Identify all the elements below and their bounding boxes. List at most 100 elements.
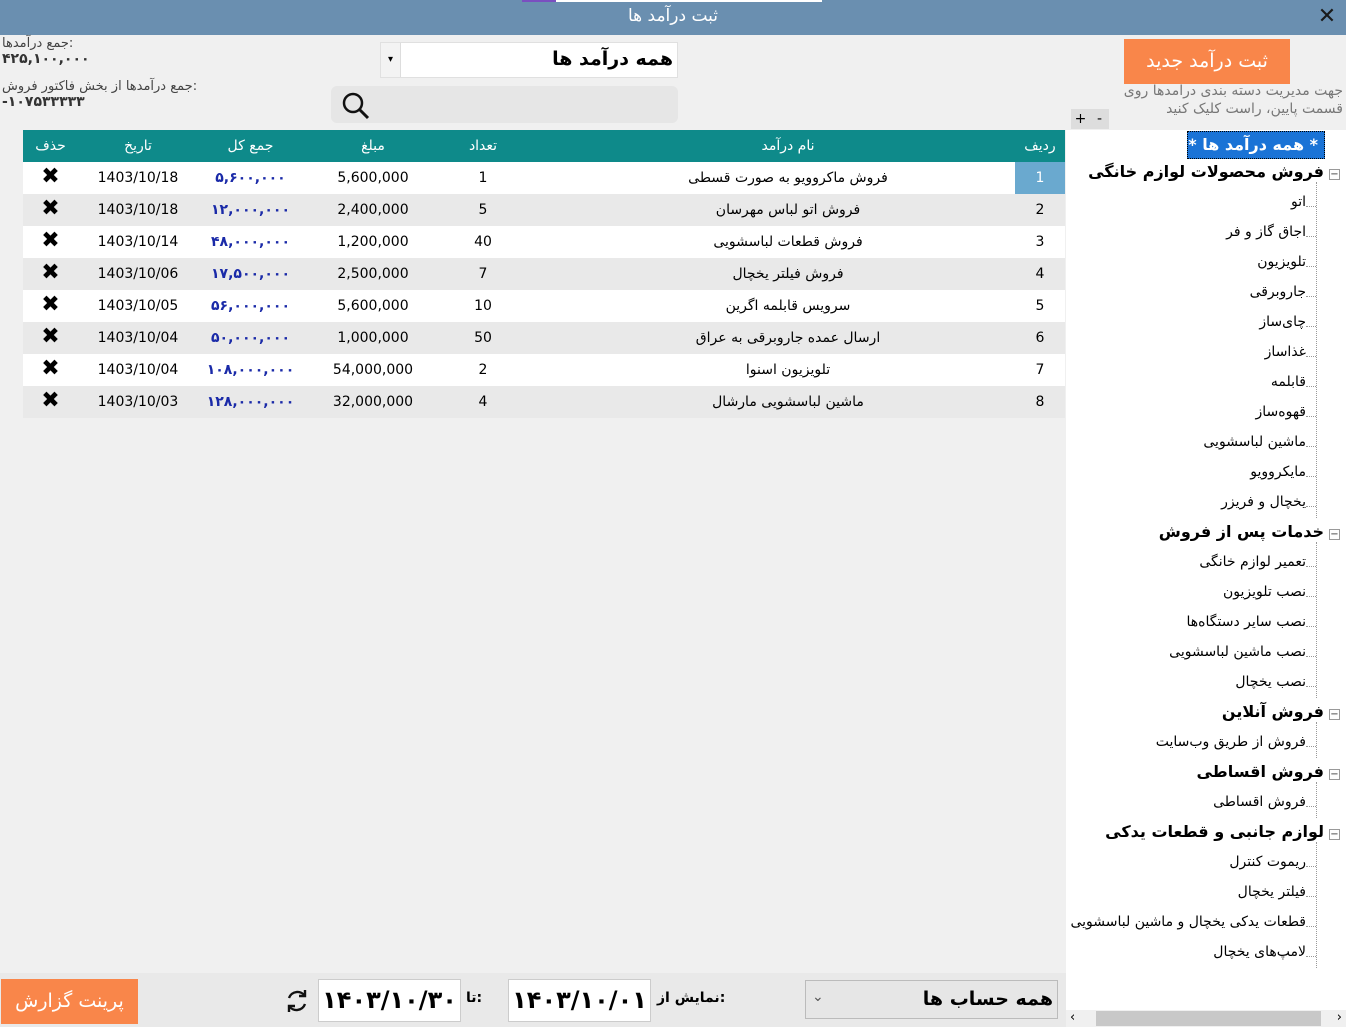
tree-item[interactable]: مایکروویو bbox=[1250, 464, 1306, 480]
tree-root-all-incomes[interactable]: * همه درآمد ها * bbox=[1187, 131, 1325, 159]
scroll-left-icon[interactable]: ‹ bbox=[1070, 1010, 1075, 1025]
to-date-label: تا: bbox=[466, 990, 483, 1006]
table-row[interactable]: 7 تلویزیون اسنوا 2 54,000,000 ۱۰۸,۰۰۰,۰۰۰ 140… bbox=[23, 354, 1065, 386]
income-total: ۱۲۸,۰۰۰,۰۰۰ bbox=[206, 394, 295, 410]
table-row[interactable]: 8 ماشین لباسشویی مارشال 4 32,000,000 ۱۲۸,۰۰۰… bbox=[23, 386, 1065, 418]
tree-item[interactable]: تلویزیون bbox=[1257, 254, 1306, 270]
tree-item[interactable]: غذاساز bbox=[1265, 344, 1306, 360]
row-number: 5 bbox=[1035, 298, 1045, 314]
header-total[interactable]: جمع کل bbox=[193, 138, 308, 154]
collapse-icon[interactable]: − bbox=[1329, 169, 1340, 180]
expand-all-button[interactable]: + bbox=[1071, 109, 1090, 129]
collapse-icon[interactable]: − bbox=[1329, 769, 1340, 780]
tree-item[interactable]: فروش اقساطی bbox=[1213, 794, 1306, 810]
new-income-button[interactable]: ثبت درآمد جدید bbox=[1124, 39, 1290, 84]
table-row[interactable]: 5 سرویس قابلمه اگرین 10 5,600,000 ۵۶,۰۰۰,۰۰۰… bbox=[23, 290, 1065, 322]
tree-group[interactable]: فروش آنلاین bbox=[1222, 702, 1324, 721]
dropdown-arrow-icon[interactable]: ▾ bbox=[381, 43, 401, 77]
tree-item[interactable]: قابلمه bbox=[1271, 374, 1306, 390]
window-title: ثبت درآمد ها bbox=[627, 6, 719, 26]
delete-icon[interactable]: ✖ bbox=[23, 324, 78, 349]
tree-item[interactable]: اتو bbox=[1291, 194, 1306, 210]
tree-connector bbox=[1306, 236, 1316, 237]
tree-connector bbox=[1306, 326, 1316, 327]
bottom-bar: پرینت گزارش ۱۴۰۳/۱۰/۳۰ تا: ۱۴۰۳/۱۰/۰۱ نم… bbox=[0, 973, 1066, 1027]
tree-item[interactable]: جاروبرقی bbox=[1250, 284, 1306, 300]
tree-item[interactable]: ماشین لباسشویی bbox=[1203, 434, 1306, 450]
table-row[interactable]: 1 فروش ماکروویو به صورت قسطی 1 5,600,000 ۵,۶… bbox=[23, 162, 1065, 194]
income-name: فروش قطعات لباسشویی bbox=[713, 234, 863, 250]
delete-icon[interactable]: ✖ bbox=[23, 356, 78, 381]
account-select[interactable]: ⌄ همه حساب ها bbox=[805, 980, 1058, 1019]
delete-icon[interactable]: ✖ bbox=[23, 260, 78, 285]
income-filter-value: همه درآمد ها bbox=[552, 48, 673, 70]
chevron-down-icon[interactable]: ⌄ bbox=[812, 989, 824, 1005]
tree-item[interactable]: نصب سایر دستگاه‌ها bbox=[1187, 614, 1306, 630]
income-count: 10 bbox=[474, 298, 492, 314]
tree-item[interactable]: ریموت کنترل bbox=[1229, 854, 1306, 870]
tree-group[interactable]: خدمات پس از فروش bbox=[1159, 522, 1324, 541]
header-date[interactable]: تاریخ bbox=[83, 138, 193, 154]
income-date: 1403/10/14 bbox=[97, 234, 179, 250]
delete-icon[interactable]: ✖ bbox=[23, 196, 78, 221]
header-count[interactable]: تعداد bbox=[443, 138, 523, 154]
table-row[interactable]: 3 فروش قطعات لباسشویی 40 1,200,000 ۴۸,۰۰۰,۰۰… bbox=[23, 226, 1065, 258]
tree-item[interactable]: نصب ماشین لباسشویی bbox=[1169, 644, 1306, 660]
header-row-number[interactable]: ردیف bbox=[1015, 138, 1065, 154]
delete-icon[interactable]: ✖ bbox=[23, 388, 78, 413]
category-tree: * همه درآمد ها * فروش محصولات لوازم خانگ… bbox=[1066, 130, 1346, 1010]
tree-item[interactable]: تعمیر لوازم خانگی bbox=[1199, 554, 1306, 570]
income-total-value: ۴۲۵,۱۰۰,۰۰۰ bbox=[2, 51, 90, 67]
tree-group[interactable]: لوازم جانبی و قطعات یدکی bbox=[1105, 822, 1324, 841]
collapse-icon[interactable]: − bbox=[1329, 709, 1340, 720]
table-row[interactable]: 6 ارسال عمده جاروبرقی به عراق 50 1,000,000 ۵… bbox=[23, 322, 1065, 354]
table-row[interactable]: 2 فروش اتو لباس مهرسان 5 2,400,000 ۱۲,۰۰۰,۰۰… bbox=[23, 194, 1065, 226]
row-number: 7 bbox=[1035, 362, 1045, 378]
tree-connector bbox=[1306, 656, 1316, 657]
refresh-icon[interactable] bbox=[283, 987, 311, 1015]
tree-item[interactable]: قهوه‌ساز bbox=[1256, 404, 1306, 420]
delete-icon[interactable]: ✖ bbox=[23, 292, 78, 317]
tree-connector bbox=[1306, 686, 1316, 687]
income-amount: 54,000,000 bbox=[332, 362, 414, 378]
tree-group[interactable]: فروش اقساطی bbox=[1196, 762, 1324, 781]
close-icon[interactable]: ✕ bbox=[1314, 4, 1340, 30]
tree-item[interactable]: اجاق گاز و فر bbox=[1226, 224, 1306, 240]
search-input[interactable] bbox=[331, 86, 678, 123]
tree-item[interactable]: قطعات یدکی یخچال و ماشین لباسشویی bbox=[1070, 914, 1306, 930]
collapse-icon[interactable]: − bbox=[1329, 829, 1340, 840]
tree-item[interactable]: فروش از طریق وب‌سایت bbox=[1156, 734, 1306, 750]
delete-icon[interactable]: ✖ bbox=[23, 164, 78, 189]
table-row[interactable]: 4 فروش فیلتر یخچال 7 2,500,000 ۱۷,۵۰۰,۰۰۰ 140… bbox=[23, 258, 1065, 290]
search-icon[interactable] bbox=[339, 90, 371, 120]
collapse-icon[interactable]: − bbox=[1329, 529, 1340, 540]
scroll-right-icon[interactable]: › bbox=[1337, 1010, 1342, 1025]
tree-item[interactable]: یخچال و فریزر bbox=[1221, 494, 1306, 510]
row-number: 2 bbox=[1035, 202, 1045, 218]
print-report-button[interactable]: پرینت گزارش bbox=[1, 979, 138, 1024]
income-total: ۵۰,۰۰۰,۰۰۰ bbox=[211, 330, 290, 346]
income-filter-select[interactable]: ▾ همه درآمد ها bbox=[380, 42, 678, 78]
tree-horizontal-scrollbar[interactable]: ‹ › bbox=[1066, 1010, 1346, 1027]
tree-item[interactable]: نصب یخچال bbox=[1235, 674, 1306, 690]
tree-group[interactable]: فروش محصولات لوازم خانگی bbox=[1088, 162, 1324, 181]
tree-connector bbox=[1306, 896, 1316, 897]
tree-item[interactable]: نصب تلویزیون bbox=[1223, 584, 1306, 600]
tree-item[interactable]: فیلتر یخچال bbox=[1238, 884, 1306, 900]
title-bar: ثبت درآمد ها ✕ bbox=[0, 0, 1346, 35]
header-delete[interactable]: حذف bbox=[23, 138, 78, 154]
scroll-thumb[interactable] bbox=[1096, 1011, 1321, 1026]
to-date-field[interactable]: ۱۴۰۳/۱۰/۳۰ bbox=[318, 979, 461, 1022]
header-amount[interactable]: مبلغ bbox=[313, 138, 433, 154]
delete-icon[interactable]: ✖ bbox=[23, 228, 78, 253]
collapse-all-button[interactable]: - bbox=[1090, 109, 1109, 129]
tree-connector bbox=[1306, 596, 1316, 597]
account-select-value: همه حساب ها bbox=[922, 988, 1053, 1010]
header-name[interactable]: نام درآمد bbox=[563, 138, 1013, 154]
from-date-field[interactable]: ۱۴۰۳/۱۰/۰۱ bbox=[508, 979, 651, 1022]
tree-connector bbox=[1306, 356, 1316, 357]
income-name: فروش ماکروویو به صورت قسطی bbox=[688, 170, 888, 186]
tree-connector bbox=[1306, 506, 1316, 507]
tree-item[interactable]: لامپ‌های یخچال bbox=[1213, 944, 1306, 960]
tree-item[interactable]: چای‌ساز bbox=[1259, 314, 1306, 330]
